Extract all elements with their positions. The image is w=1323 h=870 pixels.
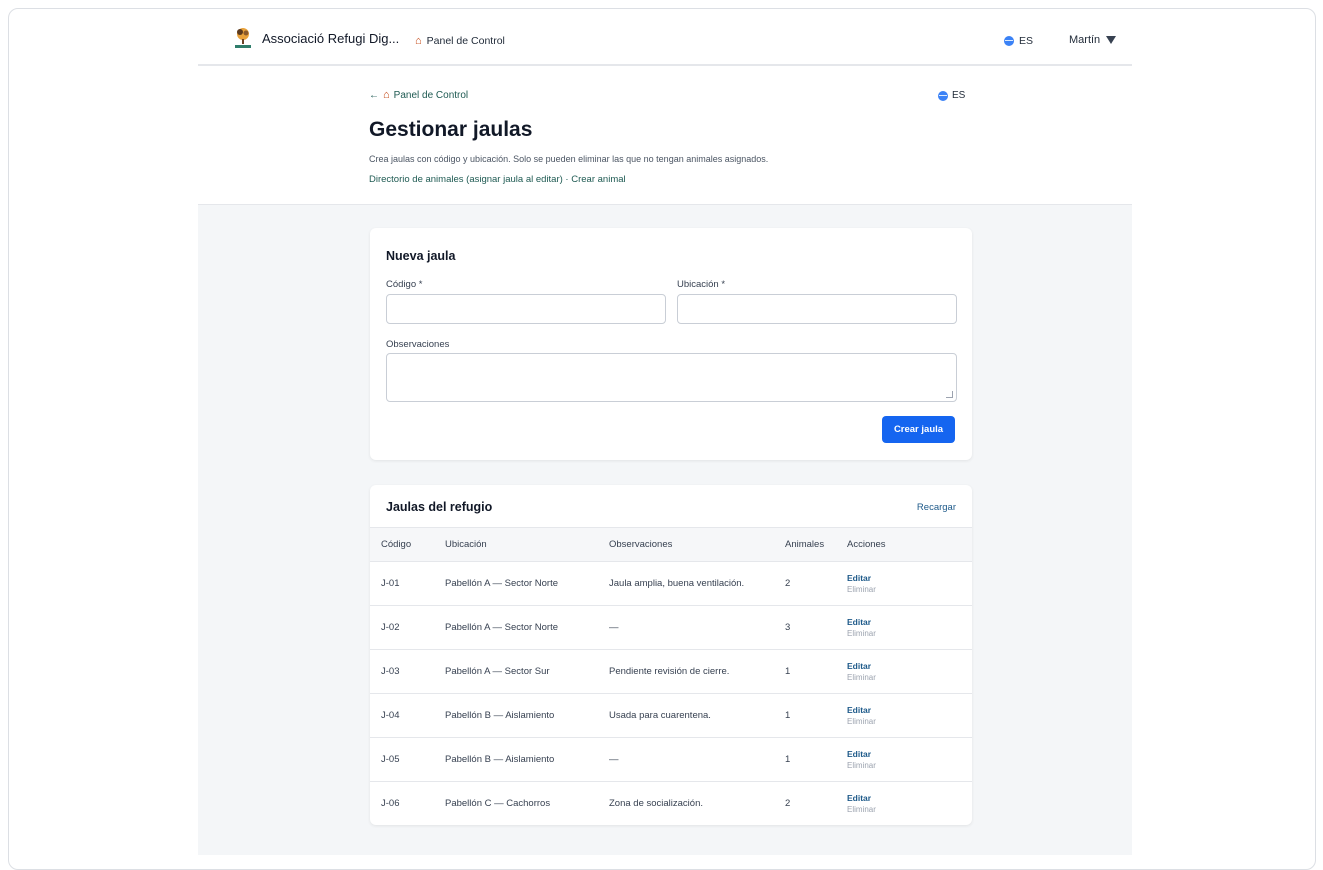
location-input[interactable]: [677, 294, 957, 324]
cell-notes: Jaula amplia, buena ventilación.: [609, 561, 785, 606]
dropdown-arrow-icon: [1106, 36, 1117, 44]
column-header-animals: Animales: [785, 539, 825, 550]
edit-button[interactable]: Editar: [847, 572, 972, 584]
page-description: Crea jaulas con código y ubicación. Solo…: [369, 154, 769, 164]
cell-location: Pabellón B — Aislamiento: [445, 693, 609, 738]
cell-location: Pabellón A — Sector Norte: [445, 561, 609, 606]
user-name: Martín: [1069, 34, 1101, 46]
resize-handle-icon[interactable]: [946, 391, 953, 398]
cell-code: J-05: [370, 737, 445, 782]
link-separator: ·: [562, 174, 572, 185]
column-header-location: Ubicación: [445, 539, 487, 550]
globe-icon: [938, 90, 948, 101]
delete-button[interactable]: Eliminar: [847, 584, 972, 596]
column-header-actions: Acciones: [847, 539, 886, 550]
cell-actions: Editar Eliminar: [847, 649, 972, 694]
page-title: Gestionar jaulas: [369, 118, 533, 141]
column-header-code: Código: [381, 539, 412, 550]
cell-code: J-03: [370, 649, 445, 694]
edit-button[interactable]: Editar: [847, 660, 972, 672]
cell-code: J-01: [370, 561, 445, 606]
cell-actions: Editar Eliminar: [847, 737, 972, 782]
code-input[interactable]: [386, 294, 666, 324]
cell-code: J-04: [370, 693, 445, 738]
notes-label: Observaciones: [386, 339, 450, 350]
table-row: J-04 Pabellón B — Aislamiento Usada para…: [370, 693, 972, 738]
cell-location: Pabellón A — Sector Norte: [445, 605, 609, 650]
nav-panel-label: Panel de Control: [426, 35, 505, 47]
table-row: J-06 Pabellón C — Cachorros Zona de soci…: [370, 781, 972, 825]
cell-animals: 3: [785, 605, 847, 650]
new-cage-card: Nueva jaula Código * Ubicación * Observa…: [370, 228, 972, 460]
cell-code: J-02: [370, 605, 445, 650]
delete-button[interactable]: Eliminar: [847, 760, 972, 772]
notes-textarea[interactable]: [386, 353, 957, 402]
cell-notes: —: [609, 737, 785, 782]
brand-name: Associació Refugi Dig...: [262, 30, 400, 46]
cell-animals: 2: [785, 561, 847, 606]
table-row: J-05 Pabellón B — Aislamiento — 1 Editar…: [370, 737, 972, 782]
create-animal-link[interactable]: Crear animal: [571, 174, 625, 185]
house-icon: ⌂: [415, 34, 422, 47]
nav-panel-link[interactable]: ⌂ Panel de Control: [415, 35, 505, 47]
header-links: Directorio de animales (asignar jaula al…: [369, 174, 626, 185]
table-row: J-03 Pabellón A — Sector Sur Pendiente r…: [370, 649, 972, 694]
animal-directory-link[interactable]: Directorio de animales (asignar jaula al…: [369, 174, 563, 185]
code-label: Código *: [386, 279, 423, 290]
house-icon: ⌂: [383, 89, 390, 101]
cell-animals: 1: [785, 649, 847, 694]
cell-location: Pabellón B — Aislamiento: [445, 737, 609, 782]
edit-button[interactable]: Editar: [847, 748, 972, 760]
language-switcher[interactable]: ES: [1004, 35, 1033, 47]
column-header-notes: Observaciones: [609, 539, 673, 550]
edit-button[interactable]: Editar: [847, 704, 972, 716]
header-language-switcher[interactable]: ES: [938, 90, 965, 101]
delete-button[interactable]: Eliminar: [847, 716, 972, 728]
header-language-label: ES: [952, 90, 966, 101]
table-header-row: Código Ubicación Observaciones Animales …: [370, 527, 972, 562]
delete-button[interactable]: Eliminar: [847, 628, 972, 640]
delete-button[interactable]: Eliminar: [847, 672, 972, 684]
table-row: J-02 Pabellón A — Sector Norte — 3 Edita…: [370, 605, 972, 650]
back-link[interactable]: ← ⌂ Panel de Control: [369, 89, 469, 102]
reload-button[interactable]: Recargar: [917, 502, 956, 513]
location-label: Ubicación *: [677, 279, 726, 290]
cages-table-card: Jaulas del refugio Recargar Código Ubica…: [370, 485, 972, 825]
cell-notes: Pendiente revisión de cierre.: [609, 649, 785, 694]
cell-location: Pabellón C — Cachorros: [445, 781, 609, 825]
cell-actions: Editar Eliminar: [847, 605, 972, 650]
cell-code: J-06: [370, 781, 445, 825]
cell-notes: —: [609, 605, 785, 650]
cell-actions: Editar Eliminar: [847, 561, 972, 606]
user-menu[interactable]: Martín: [1069, 34, 1117, 46]
back-arrow-icon: ←: [369, 90, 379, 101]
cages-table-title: Jaulas del refugio: [386, 500, 493, 514]
new-cage-title: Nueva jaula: [386, 249, 456, 263]
shelter-logo-icon: [232, 26, 254, 50]
brand[interactable]: Associació Refugi Dig...: [232, 26, 399, 50]
edit-button[interactable]: Editar: [847, 792, 972, 804]
cell-animals: 2: [785, 781, 847, 825]
cell-notes: Zona de socialización.: [609, 781, 785, 825]
create-cage-button[interactable]: Crear jaula: [882, 416, 955, 443]
globe-icon: [1004, 36, 1014, 46]
cell-location: Pabellón A — Sector Sur: [445, 649, 609, 694]
table-row: J-01 Pabellón A — Sector Norte Jaula amp…: [370, 561, 972, 606]
cages-table: Código Ubicación Observaciones Animales …: [370, 527, 972, 825]
cell-notes: Usada para cuarentena.: [609, 693, 785, 738]
edit-button[interactable]: Editar: [847, 616, 972, 628]
top-navbar: Associació Refugi Dig... ⌂ Panel de Cont…: [198, 18, 1132, 66]
cell-animals: 1: [785, 693, 847, 738]
cell-actions: Editar Eliminar: [847, 781, 972, 825]
cell-actions: Editar Eliminar: [847, 693, 972, 738]
language-label: ES: [1019, 35, 1034, 47]
cell-animals: 1: [785, 737, 847, 782]
delete-button[interactable]: Eliminar: [847, 804, 972, 816]
back-link-label: Panel de Control: [393, 90, 469, 101]
